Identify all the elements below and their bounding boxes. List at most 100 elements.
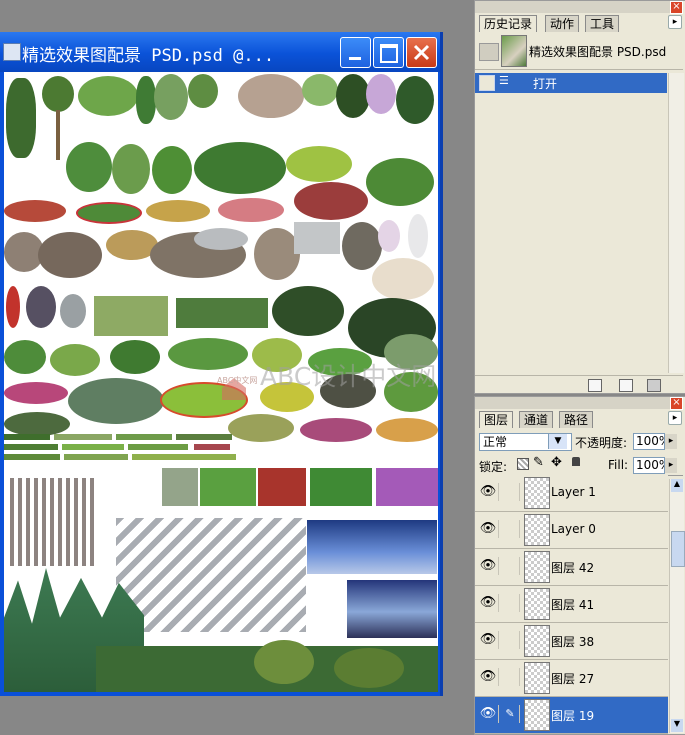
rock-7 [342, 222, 382, 270]
tab-tools[interactable]: 工具 [585, 15, 620, 32]
document-title: 精选效果图配景 PSD.psd @... [22, 46, 275, 66]
sculpture-knot [26, 286, 56, 328]
tab-actions[interactable]: 动作 [545, 15, 580, 32]
watermark-text: ABC设计中文网 [260, 362, 437, 391]
plant-agave [66, 142, 112, 192]
lock-transparency-icon[interactable] [517, 458, 529, 470]
plant-sago [366, 158, 434, 206]
eye-icon[interactable]: 👁 [478, 557, 499, 575]
hedge-strip-2 [54, 434, 112, 440]
history-panel-titlebar[interactable] [475, 1, 683, 13]
layer-link-slot[interactable] [501, 631, 520, 649]
close-button[interactable] [406, 37, 437, 68]
layers-scrollbar[interactable]: ▲ ▼ [669, 479, 685, 733]
eye-icon[interactable]: 👁 [478, 594, 499, 612]
camera-snapshot-icon[interactable] [619, 379, 633, 392]
eye-icon[interactable]: 👁 [478, 483, 499, 501]
layer-name: Layer 1 [551, 485, 596, 499]
lock-move-icon[interactable]: ✥ [551, 455, 562, 470]
desktop-background: { "document": { "title": "精选效果图配景 PSD.ps… [0, 0, 685, 735]
layer-link-slot[interactable] [501, 557, 520, 575]
history-snapshot[interactable]: 精选效果图配景 PSD.psd [475, 33, 683, 70]
tree-evergreen [396, 76, 434, 124]
texture-red [258, 468, 306, 506]
eye-icon[interactable]: 👁 [478, 705, 499, 723]
close-icon [413, 44, 430, 61]
history-scrollbar[interactable] [668, 73, 684, 373]
history-brush-icon[interactable] [479, 43, 499, 61]
tree-bare [238, 74, 304, 118]
flower-bed-1 [4, 200, 66, 222]
opacity-input[interactable]: 100% [633, 433, 665, 450]
texture-grey-green [162, 468, 198, 506]
layers-scroll-down-icon[interactable]: ▼ [671, 719, 683, 732]
new-document-from-state-icon[interactable] [588, 379, 602, 392]
psd-document-icon [3, 43, 21, 61]
hedge-strip-7 [128, 444, 188, 450]
layer-link-slot[interactable] [501, 520, 520, 538]
layer-brush-icon[interactable]: ✎ [501, 705, 520, 723]
chevron-down-icon[interactable]: ▼ [548, 434, 567, 449]
tab-paths[interactable]: 路径 [559, 411, 594, 428]
tab-layers[interactable]: 图层 [479, 411, 514, 428]
layer-link-slot[interactable] [501, 594, 520, 612]
lock-all-icon[interactable] [572, 457, 580, 466]
tree-palm [42, 76, 74, 112]
layer-row[interactable]: 👁 图层 42 [475, 549, 668, 586]
history-state-checkbox[interactable] [479, 75, 495, 91]
document-title-bar[interactable]: 精选效果图配景 PSD.psd @... [0, 32, 440, 72]
history-state-open[interactable]: ☰ 打开 [475, 73, 667, 93]
eye-icon[interactable]: 👁 [478, 520, 499, 538]
tab-channels[interactable]: 通道 [519, 411, 554, 428]
forest-tree-2 [334, 648, 404, 688]
maximize-button[interactable] [373, 37, 404, 68]
lock-brush-icon[interactable]: ✎ [533, 455, 544, 470]
panel-menu-arrow-icon[interactable]: ▸ [668, 15, 682, 29]
snapshot-thumbnail [501, 35, 527, 67]
plant-fern [272, 286, 344, 336]
layer-thumbnail [524, 588, 550, 620]
sculpture-red [6, 286, 20, 328]
layer-row[interactable]: 👁 图层 41 [475, 586, 668, 623]
layers-panel: × 图层 通道 路径 ▸ 正常 ▼ 不透明度: 100% ▸ 锁定: ✎ ✥ F… [474, 396, 685, 735]
layer-row[interactable]: 👁 图层 38 [475, 623, 668, 660]
history-panel-close-icon[interactable]: × [670, 1, 683, 14]
minimize-icon [349, 57, 361, 60]
layers-scroll-up-icon[interactable]: ▲ [671, 479, 683, 492]
layers-panel-titlebar[interactable] [475, 397, 683, 409]
layer-thumbnail [524, 662, 550, 694]
sculpture-grey [60, 294, 86, 328]
opacity-arrow-icon[interactable]: ▸ [665, 434, 677, 449]
minimize-button[interactable] [340, 37, 371, 68]
layer-name: 图层 38 [551, 635, 595, 649]
maximize-icon [380, 44, 398, 63]
layers-scroll-thumb[interactable] [671, 531, 685, 567]
eye-icon[interactable]: 👁 [478, 668, 499, 686]
hedge-strip-9 [4, 454, 60, 460]
layers-menu-arrow-icon[interactable]: ▸ [668, 411, 682, 425]
hedge-wall [176, 298, 268, 328]
sculpture-white [408, 214, 428, 258]
layer-row[interactable]: 👁 图层 27 [475, 660, 668, 697]
lock-label: 锁定: [479, 460, 508, 474]
fill-arrow-icon[interactable]: ▸ [665, 458, 677, 473]
sculpture-egg [378, 220, 400, 252]
sky-photo-1 [307, 520, 437, 574]
tree-light [302, 74, 338, 106]
fill-input[interactable]: 100% [633, 457, 665, 474]
flower-bed-red [294, 182, 368, 220]
texture-purple [376, 468, 438, 506]
layers-panel-close-icon[interactable]: × [670, 397, 683, 410]
layer-row[interactable]: 👁 Layer 0 [475, 512, 668, 549]
layer-thumbnail [524, 477, 550, 509]
forest-tree-1 [254, 640, 314, 684]
flowers-mixed [376, 418, 438, 442]
layer-link-slot[interactable] [501, 483, 520, 501]
tab-history[interactable]: 历史记录 [479, 15, 538, 32]
layer-link-slot[interactable] [501, 668, 520, 686]
shrub-1 [112, 144, 150, 194]
layer-row[interactable]: 👁 Layer 1 [475, 475, 668, 512]
layer-row-selected[interactable]: 👁 ✎ 图层 19 [475, 697, 668, 734]
eye-icon[interactable]: 👁 [478, 631, 499, 649]
trash-icon[interactable] [647, 379, 661, 392]
